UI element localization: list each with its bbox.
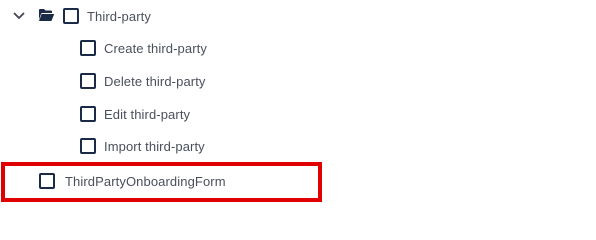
tree-node-label: Third-party [87, 8, 151, 24]
tree-node-label: Edit third-party [104, 106, 191, 122]
tree-node-create-third-party: Create third-party [80, 37, 207, 59]
checkbox-create-third-party[interactable] [80, 40, 96, 56]
checkbox-third-party[interactable] [63, 8, 79, 24]
checkbox-delete-third-party[interactable] [80, 73, 96, 89]
chevron-down-icon[interactable] [12, 9, 26, 23]
tree-node-label: Create third-party [104, 40, 207, 56]
checkbox-edit-third-party[interactable] [80, 106, 96, 122]
tree-node-import-third-party: Import third-party [80, 135, 205, 157]
folder-open-icon [38, 8, 55, 22]
permissions-tree: Third-party Create third-party Delete th… [0, 0, 596, 202]
tree-node-label: ThirdPartyOnboardingForm [65, 173, 226, 189]
tree-node-label: Delete third-party [104, 73, 206, 89]
tree-node-third-party: Third-party [0, 5, 300, 27]
tree-node-delete-third-party: Delete third-party [80, 70, 206, 92]
tree-node-label: Import third-party [104, 138, 205, 154]
tree-node-edit-third-party: Edit third-party [80, 103, 190, 125]
tree-node-third-party-onboarding-form: ThirdPartyOnboardingForm [39, 170, 226, 192]
checkbox-third-party-onboarding-form[interactable] [39, 173, 55, 189]
checkbox-import-third-party[interactable] [80, 138, 96, 154]
